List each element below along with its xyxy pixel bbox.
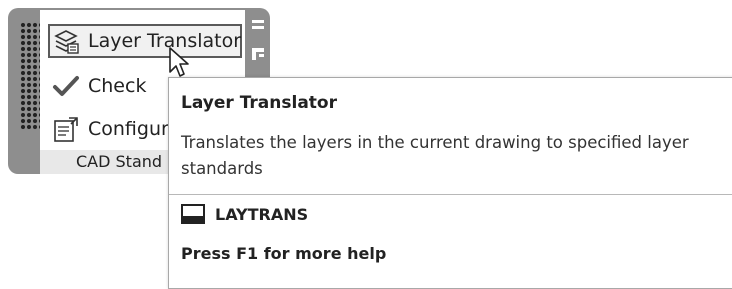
layer-translator-label: Layer Translator <box>88 30 242 52</box>
panel-grip-handle[interactable] <box>20 22 42 130</box>
tooltip-command-name: LAYTRANS <box>215 204 309 224</box>
check-label: Check <box>88 75 147 97</box>
tooltip-help-text: Press F1 for more help <box>181 244 387 263</box>
pin-panel-icon[interactable] <box>252 48 264 60</box>
tooltip-divider <box>169 194 732 195</box>
command-tooltip: Layer Translator Translates the layers i… <box>168 77 732 289</box>
configure-icon <box>52 115 80 143</box>
tooltip-title: Layer Translator <box>181 93 337 113</box>
checkmark-icon <box>52 72 80 100</box>
mouse-cursor-icon <box>168 46 194 80</box>
panel-options-icon-line <box>252 26 264 29</box>
tooltip-command: LAYTRANS <box>181 204 308 224</box>
panel-side-tools <box>246 8 270 78</box>
panel-options-icon[interactable] <box>252 20 264 23</box>
layer-translator-icon <box>52 27 80 55</box>
configure-label: Configur <box>88 118 169 140</box>
layer-translator-button[interactable]: Layer Translator <box>48 24 242 58</box>
command-line-icon <box>181 204 205 224</box>
tooltip-description: Translates the layers in the current dra… <box>181 133 689 178</box>
